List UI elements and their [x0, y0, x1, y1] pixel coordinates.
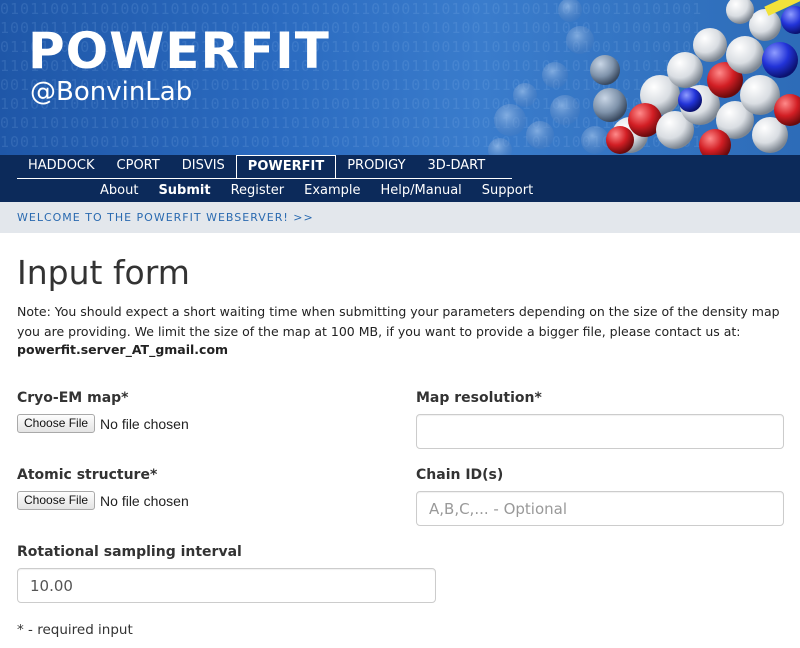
subnav-item-example[interactable]: Example	[294, 180, 370, 201]
welcome-bar: WELCOME TO THE POWERFIT WEBSERVER! >>	[0, 202, 800, 233]
sub-nav: About Submit Register Example Help/Manua…	[90, 180, 543, 201]
atomic-structure-file-status: No file chosen	[100, 492, 189, 509]
chain-ids-label: Chain ID(s)	[416, 467, 504, 483]
nav-item-3d-dart[interactable]: 3D-DART	[417, 155, 497, 178]
molecule-image	[488, 0, 800, 155]
atomic-structure-choose-file-button[interactable]: Choose File	[17, 491, 96, 510]
cryo-em-map-file-input: Choose File No file chosen	[17, 414, 189, 433]
main-nav: HADDOCK CPORT DISVIS POWERFIT PRODIGY 3D…	[0, 155, 800, 202]
cryo-em-map-choose-file-button[interactable]: Choose File	[17, 414, 96, 433]
atomic-structure-label: Atomic structure*	[17, 467, 158, 483]
subnav-item-submit[interactable]: Submit	[148, 180, 220, 201]
subnav-item-register[interactable]: Register	[221, 180, 295, 201]
note-text: Note: You should expect a short waiting …	[17, 304, 780, 339]
chain-ids-input[interactable]	[416, 491, 784, 526]
site-title: POWERFIT	[28, 22, 330, 80]
nav-item-powerfit[interactable]: POWERFIT	[235, 155, 337, 178]
map-resolution-label: Map resolution*	[416, 390, 542, 406]
nav-item-disvis[interactable]: DISVIS	[171, 155, 236, 178]
page-title: Input form	[17, 253, 190, 292]
nav-divider	[17, 178, 512, 179]
rotational-sampling-label: Rotational sampling interval	[17, 544, 242, 560]
header-banner: 0101100111010001101001011100101010011010…	[0, 0, 800, 155]
top-nav: HADDOCK CPORT DISVIS POWERFIT PRODIGY 3D…	[17, 155, 496, 178]
rotational-sampling-input[interactable]	[17, 568, 436, 603]
subnav-item-help-manual[interactable]: Help/Manual	[371, 180, 472, 201]
subnav-item-about[interactable]: About	[90, 180, 148, 201]
map-resolution-input[interactable]	[416, 414, 784, 449]
atomic-structure-file-input: Choose File No file chosen	[17, 491, 189, 510]
welcome-link[interactable]: WELCOME TO THE POWERFIT WEBSERVER! >>	[17, 211, 314, 224]
subnav-item-support[interactable]: Support	[472, 180, 543, 201]
nav-item-prodigy[interactable]: PRODIGY	[336, 155, 416, 178]
cryo-em-map-label: Cryo-EM map*	[17, 390, 129, 406]
contact-email: powerfit.server_AT_gmail.com	[17, 342, 229, 357]
required-input-note: * - required input	[17, 622, 133, 638]
cryo-em-map-file-status: No file chosen	[100, 415, 189, 432]
nav-item-cport[interactable]: CPORT	[106, 155, 171, 178]
nav-item-haddock[interactable]: HADDOCK	[17, 155, 106, 178]
site-subtitle: @BonvinLab	[30, 77, 193, 107]
